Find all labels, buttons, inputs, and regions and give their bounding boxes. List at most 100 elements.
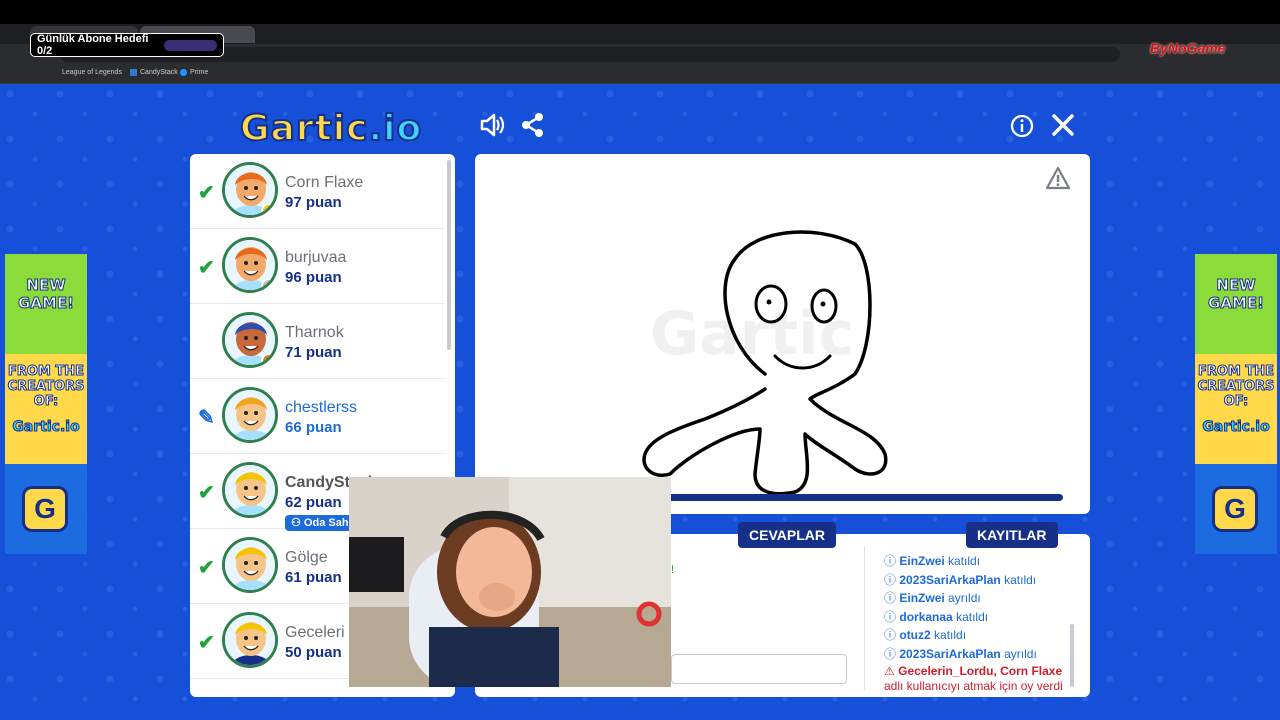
log-entry: ⓘ 2023SariArkaPlan katıldı (884, 571, 1036, 588)
logo-main: Gartic (239, 107, 369, 150)
drawing-canvas[interactable]: Gartic (475, 154, 1090, 514)
warning-icon: ⚠ (884, 664, 895, 678)
player-row[interactable]: Tharnok 71 puan (190, 304, 445, 379)
panel-divider (864, 546, 865, 691)
vote-kick-message-2: adlı kullanıcıyı atmak için oy verdi (884, 679, 1063, 693)
log-user: EinZwei (899, 554, 945, 568)
player-avatar (222, 312, 278, 368)
info-icon[interactable] (1010, 114, 1034, 145)
goal-label: Günlük Abone Hedefi 0/2 (37, 33, 149, 57)
webcam-feed (349, 477, 671, 687)
ad-banner-right[interactable]: NEW GAME! FROM THE CREATORS OF: Gartic.i… (1195, 254, 1277, 554)
log-user: EinZwei (899, 591, 945, 605)
window-top-bar (0, 0, 1280, 24)
check-icon: ✔ (198, 632, 215, 654)
answer-input[interactable] (671, 654, 847, 684)
logo-suffix: .io (367, 107, 423, 150)
log-action: katıldı (956, 609, 989, 624)
info-icon: ⓘ (884, 591, 897, 605)
bookmark-icon (130, 69, 137, 76)
bookmark-candystack[interactable]: CandyStack (130, 69, 178, 76)
check-icon: ✔ (198, 557, 215, 579)
player-name: Tharnok (285, 324, 344, 341)
bookmark-lol[interactable]: League of Legends (62, 69, 122, 76)
round-timer-bar (665, 494, 1063, 501)
player-name: chestlerss (285, 399, 358, 416)
close-icon[interactable] (1050, 112, 1076, 145)
ad-logo: Gartic.io (1202, 419, 1270, 436)
info-icon: ⓘ (884, 554, 897, 568)
pencil-icon: ✎ (198, 407, 215, 429)
log-scrollbar[interactable] (1070, 624, 1074, 687)
sound-icon[interactable] (478, 111, 506, 146)
check-icon: ✔ (198, 482, 215, 504)
log-entry: ⓘ 2023SariArkaPlan ayrıldı (884, 645, 1037, 662)
subscriber-goal-overlay: Günlük Abone Hedefi 0/2 (30, 33, 224, 57)
ad-logo: Gartic.io (12, 419, 80, 436)
log-action: ayrıldı (1004, 646, 1037, 661)
info-icon: ⓘ (884, 572, 897, 587)
drawing: Gartic (642, 230, 888, 496)
ad-title: NEW GAME! (18, 276, 75, 313)
bookmark-label: CandyStack (140, 69, 178, 76)
player-points: 62 puan (285, 494, 342, 511)
log-user: dorkanaa (899, 609, 953, 624)
canvas-watermark: Gartic (650, 299, 854, 369)
info-icon: ⓘ (884, 646, 897, 661)
ad-app-icon: G (22, 486, 68, 532)
bookmark-prime[interactable]: Prime (180, 69, 208, 76)
brand-logo: ByNoGame (1150, 40, 1226, 56)
player-row[interactable]: ✎ chestlerss 66 puan (190, 379, 445, 454)
tab-logs[interactable]: KAYITLAR (966, 522, 1058, 548)
log-user: otuz2 (899, 628, 931, 642)
player-name: Corn Flaxe (285, 174, 364, 191)
vote-kick-line1: Gecelerin_Lordu, Corn Flaxe (898, 664, 1063, 678)
log-action: katıldı (948, 554, 981, 568)
player-points: 66 puan (285, 419, 342, 436)
player-row[interactable]: ✔ Corn Flaxe 97 puan (190, 154, 445, 229)
log-entry: ⓘ EinZwei ayrıldı (884, 589, 981, 606)
log-action: katıldı (1004, 572, 1037, 587)
ad-subtitle: FROM THE CREATORS OF: (1197, 364, 1275, 410)
player-avatar (222, 612, 278, 668)
ad-banner-left[interactable]: NEW GAME! FROM THE CREATORS OF: Gartic.i… (5, 254, 87, 554)
bookmark-icon (180, 69, 187, 76)
player-row[interactable]: ✔ burjuvaa 96 puan (190, 229, 445, 304)
info-icon: ⓘ (884, 609, 897, 624)
vote-kick-message: ⚠ Gecelerin_Lordu, Corn Flaxe (884, 664, 1062, 678)
player-avatar (222, 387, 278, 443)
log-user: 2023SariArkaPlan (899, 646, 1001, 661)
player-points: 50 puan (285, 644, 342, 661)
player-list-scrollbar[interactable] (447, 160, 451, 350)
player-avatar (222, 237, 278, 293)
player-avatar (222, 537, 278, 593)
log-user: 2023SariArkaPlan (899, 572, 1001, 587)
player-name: burjuvaa (285, 249, 347, 266)
share-icon[interactable] (520, 112, 546, 145)
player-avatar (222, 162, 278, 218)
report-warning-icon[interactable] (1045, 166, 1071, 195)
bookmark-label: League of Legends (62, 69, 122, 76)
log-action: ayrıldı (948, 591, 981, 605)
webcam-overlay (349, 477, 671, 687)
player-name: Gölge (285, 549, 328, 566)
info-icon: ⓘ (884, 628, 897, 642)
player-points: 71 puan (285, 344, 342, 361)
gartic-logo: Gartic.io (239, 107, 423, 150)
log-entry: ⓘ EinZwei katıldı (884, 552, 980, 569)
player-points: 96 puan (285, 269, 342, 286)
ad-title: NEW GAME! (1208, 276, 1265, 313)
check-icon: ✔ (198, 257, 215, 279)
goal-progress-bar (163, 39, 217, 51)
bookmark-label: Prime (190, 69, 209, 76)
tab-answers[interactable]: CEVAPLAR (738, 522, 836, 548)
log-action: katıldı (934, 628, 967, 642)
player-avatar (222, 462, 278, 518)
ad-subtitle: FROM THE CREATORS OF: (7, 364, 85, 410)
player-name: Geceleri (285, 624, 345, 641)
check-icon: ✔ (198, 182, 215, 204)
ad-app-icon: G (1212, 486, 1258, 532)
answer-snippet: ! (671, 564, 675, 576)
log-entry: ⓘ dorkanaa katıldı (884, 608, 988, 625)
player-points: 97 puan (285, 194, 342, 211)
